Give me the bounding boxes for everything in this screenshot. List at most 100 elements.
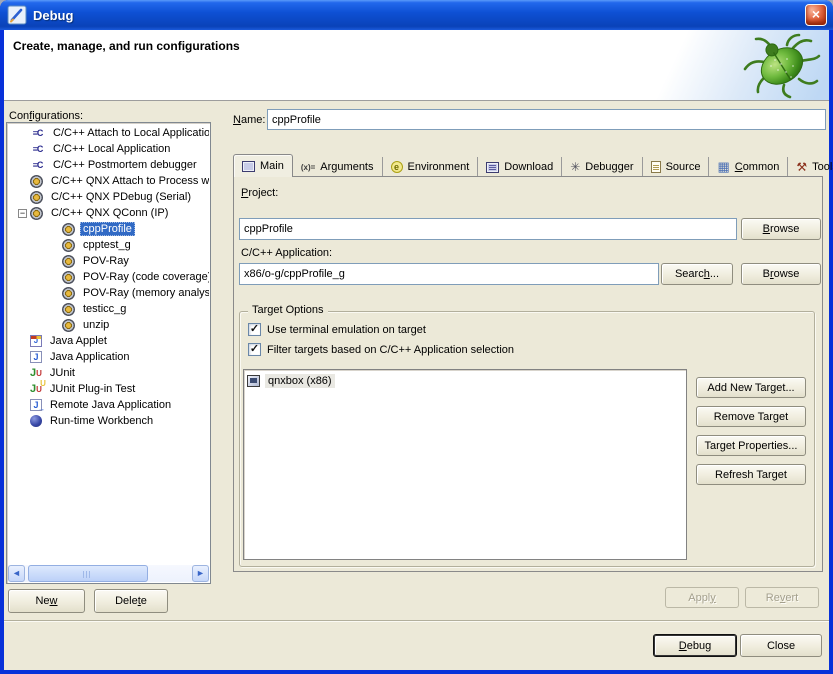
tree-item[interactable]: cppProfile	[8, 221, 209, 237]
tree-item-label: POV-Ray (code coverage)	[80, 270, 209, 284]
close-window-button[interactable]: ×	[805, 4, 827, 26]
tree-item[interactable]: JUnit Plug-in Test	[8, 381, 209, 397]
tab-label: Tools	[812, 161, 833, 173]
tab[interactable]: Main	[233, 154, 293, 177]
close-button[interactable]: Close	[740, 634, 822, 657]
tree-item-icon	[62, 239, 75, 252]
tab-label: Main	[260, 160, 284, 172]
revert-button[interactable]: Revert	[745, 587, 819, 608]
footer-separator	[4, 620, 829, 622]
tab[interactable]: Environment	[383, 157, 479, 177]
tree-item-icon	[30, 335, 42, 347]
header-banner: Create, manage, and run configurations	[4, 30, 829, 101]
target-item-label: qnxbox (x86)	[265, 374, 335, 388]
tree-item-label: C/C++ QNX Attach to Process w	[48, 174, 209, 188]
tab[interactable]: Source	[643, 157, 710, 177]
tab-label: Debugger	[585, 161, 633, 173]
tree-item-icon	[30, 351, 42, 363]
tab[interactable]: Download	[478, 157, 562, 177]
tree-item-icon	[30, 207, 43, 220]
tree-item-icon	[30, 415, 42, 427]
tree-item-icon	[30, 367, 42, 379]
project-input[interactable]	[239, 218, 737, 240]
debug-button[interactable]: Debug	[653, 634, 737, 657]
tree-item-icon	[30, 175, 43, 188]
tab-icon	[570, 160, 580, 174]
application-input[interactable]	[239, 263, 659, 285]
expander-icon[interactable]: −	[18, 209, 27, 218]
delete-button[interactable]: Delete	[94, 589, 168, 613]
project-label: Project:	[241, 187, 278, 199]
tree-item[interactable]: C/C++ Attach to Local Applicatio	[8, 125, 209, 141]
browse-application-button[interactable]: Browse	[741, 263, 821, 285]
search-button[interactable]: Search...	[661, 263, 733, 285]
tree-item[interactable]: JUnit	[8, 365, 209, 381]
tree-item-label: cpptest_g	[80, 238, 134, 252]
scroll-right-icon: ►	[196, 568, 205, 578]
debug-dialog-window: Debug × Create, manage, and run configur…	[0, 0, 833, 674]
filter-targets-label: Filter targets based on C/C++ Applicatio…	[267, 344, 514, 356]
apply-button[interactable]: Apply	[665, 587, 739, 608]
tree-item[interactable]: C/C++ Local Application	[8, 141, 209, 157]
scrollbar-track[interactable]	[25, 565, 192, 582]
new-button[interactable]: New	[8, 589, 85, 613]
terminal-emulation-checkbox-row[interactable]: ✓ Use terminal emulation on target	[248, 323, 426, 336]
filter-targets-checkbox-row[interactable]: ✓ Filter targets based on C/C++ Applicat…	[248, 343, 514, 356]
tab-label: Download	[504, 161, 553, 173]
tree-item-icon	[62, 319, 75, 332]
tab-icon	[391, 161, 403, 173]
tab[interactable]: Common	[709, 157, 788, 177]
tree-item[interactable]: Run-time Workbench	[8, 413, 209, 429]
target-list-item[interactable]: qnxbox (x86)	[245, 372, 685, 390]
tree-item[interactable]: − C/C++ QNX QConn (IP)	[8, 205, 209, 221]
tree-item-label: Run-time Workbench	[47, 414, 156, 428]
tree-item-label: testicc_g	[80, 302, 129, 316]
tab-label: Arguments	[320, 161, 373, 173]
tree-item-label: C/C++ Postmortem debugger	[50, 158, 200, 172]
target-properties-button[interactable]: Target Properties...	[696, 435, 806, 456]
tree-item[interactable]: POV-Ray (code coverage)	[8, 269, 209, 285]
tree-horizontal-scrollbar[interactable]: ◄ ►	[8, 565, 209, 582]
tree-item-icon	[30, 191, 43, 204]
name-input[interactable]	[267, 109, 826, 130]
refresh-target-button[interactable]: Refresh Target	[696, 464, 806, 485]
tree-item-icon	[62, 303, 75, 316]
checkbox-checked-icon[interactable]: ✓	[248, 323, 261, 336]
tree-item[interactable]: C/C++ Postmortem debugger	[8, 157, 209, 173]
tree-item[interactable]: Remote Java Application	[8, 397, 209, 413]
checkbox-checked-icon[interactable]: ✓	[248, 343, 261, 356]
tab[interactable]: Tools	[788, 157, 833, 177]
scroll-left-button[interactable]: ◄	[8, 565, 25, 582]
main-tab-pane: Project: Browse C/C++ Application: Searc…	[233, 176, 823, 572]
tree-item-icon	[30, 159, 45, 171]
scroll-right-button[interactable]: ►	[192, 565, 209, 582]
tree-item-icon	[62, 223, 75, 236]
tree-item[interactable]: C/C++ QNX Attach to Process w	[8, 173, 209, 189]
targets-listbox: qnxbox (x86)	[243, 369, 687, 560]
tab[interactable]: Debugger	[562, 157, 642, 177]
tab-bar: Main Arguments Environment Download Debu…	[233, 154, 833, 177]
remove-target-button[interactable]: Remove Target	[696, 406, 806, 427]
tree-item[interactable]: unzip	[8, 317, 209, 333]
tree-item-icon	[62, 287, 75, 300]
tree-item[interactable]: Java Application	[8, 349, 209, 365]
tab-icon	[651, 161, 661, 173]
tree-item[interactable]: testicc_g	[8, 301, 209, 317]
tab[interactable]: Arguments	[293, 157, 383, 177]
scrollbar-thumb[interactable]	[28, 565, 148, 582]
tree-item-icon	[62, 271, 75, 284]
tree-item-label: Java Applet	[47, 334, 110, 348]
titlebar[interactable]: Debug ×	[0, 0, 833, 30]
tree-item[interactable]: POV-Ray (memory analysis)	[8, 285, 209, 301]
configurations-tree: C/C++ Attach to Local Applicatio C/C++ L…	[6, 122, 211, 584]
tab-icon	[486, 162, 499, 173]
tree-rows: C/C++ Attach to Local Applicatio C/C++ L…	[8, 125, 209, 564]
add-new-target-button[interactable]: Add New Target...	[696, 377, 806, 398]
tree-item[interactable]: Java Applet	[8, 333, 209, 349]
tree-item[interactable]: POV-Ray	[8, 253, 209, 269]
browse-project-button[interactable]: Browse	[741, 218, 821, 240]
computer-icon	[247, 375, 260, 387]
tree-item-label: C/C++ QNX PDebug (Serial)	[48, 190, 194, 204]
tree-item[interactable]: cpptest_g	[8, 237, 209, 253]
tree-item[interactable]: C/C++ QNX PDebug (Serial)	[8, 189, 209, 205]
